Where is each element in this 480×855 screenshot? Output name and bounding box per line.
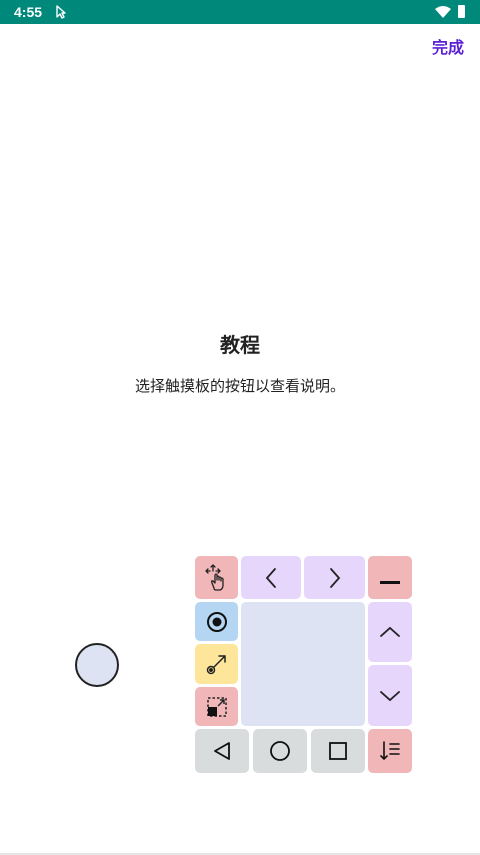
minimize-button[interactable]	[368, 556, 412, 599]
battery-icon	[458, 5, 465, 18]
left-arrow-button[interactable]	[241, 556, 301, 599]
drag-arrow-icon	[206, 655, 226, 675]
triangle-back-icon	[214, 742, 230, 760]
radio-dot-icon	[206, 611, 227, 632]
drag-hand-icon	[204, 563, 224, 591]
cursor-icon	[56, 5, 66, 19]
move-touchpad-button[interactable]	[195, 556, 238, 599]
chevron-down-icon	[380, 690, 400, 701]
drag-mode-button[interactable]	[195, 644, 238, 684]
home-button[interactable]	[253, 729, 307, 773]
back-button[interactable]	[195, 729, 249, 773]
recents-button[interactable]	[311, 729, 365, 773]
chevron-right-icon	[329, 567, 340, 588]
touchpad-surface[interactable]	[241, 602, 365, 726]
scroll-up-button[interactable]	[368, 602, 412, 662]
square-recents-icon	[329, 742, 347, 760]
menu-button[interactable]	[368, 729, 412, 773]
done-button[interactable]: 完成	[432, 34, 464, 58]
chevron-left-icon	[265, 567, 276, 588]
circle-home-icon	[270, 741, 290, 761]
sort-list-icon	[380, 741, 400, 761]
scroll-down-button[interactable]	[368, 665, 412, 726]
tutorial-title: 教程	[220, 333, 260, 357]
status-time: 4:55	[14, 4, 43, 20]
tutorial-description: 选择触摸板的按钮以查看说明。	[134, 377, 345, 395]
minus-icon	[380, 580, 400, 584]
click-mode-button[interactable]	[195, 602, 238, 641]
status-bar: 4:55	[0, 0, 480, 24]
select-mode-button[interactable]	[195, 687, 238, 726]
wifi-icon	[435, 6, 451, 18]
right-arrow-button[interactable]	[304, 556, 365, 599]
selection-icon	[206, 696, 227, 717]
chevron-up-icon	[380, 626, 400, 637]
floating-touchpad-handle[interactable]	[75, 643, 119, 687]
